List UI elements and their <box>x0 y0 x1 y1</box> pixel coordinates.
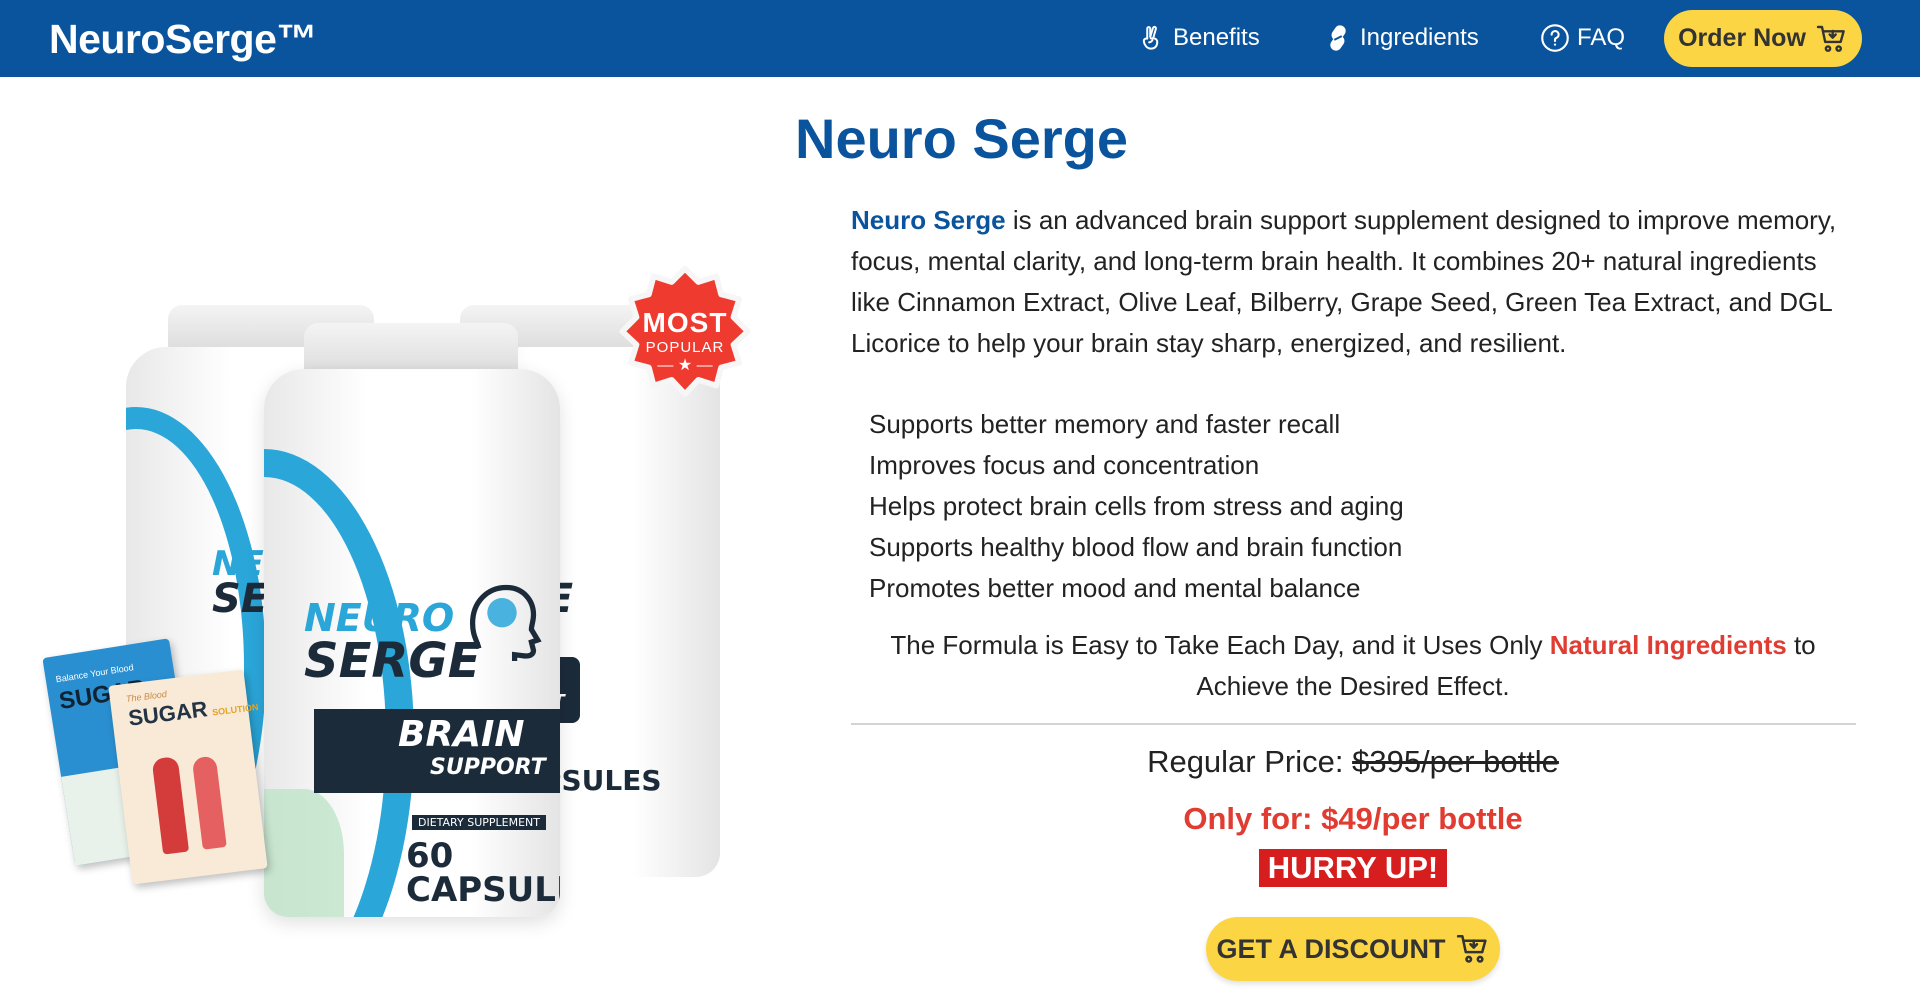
page-title: Neuro Serge <box>795 107 1128 170</box>
formula-text-before: The Formula is Easy to Take Each Day, an… <box>890 630 1550 660</box>
nav-link-benefits-label: Benefits <box>1173 24 1260 51</box>
nav-link-faq[interactable]: FAQ <box>1540 20 1625 56</box>
get-discount-button[interactable]: GET A DISCOUNT <box>1206 917 1500 981</box>
nav-link-benefits[interactable]: Benefits <box>1136 20 1260 56</box>
nav-link-ingredients[interactable]: Ingredients <box>1323 20 1479 56</box>
intro-highlight: Neuro Serge <box>851 205 1006 235</box>
list-item: Supports healthy blood flow and brain fu… <box>851 527 1404 568</box>
badge-text-most: MOST <box>642 307 728 338</box>
bottle-sub-band: BRAIN SUPPORT <box>314 709 560 793</box>
order-now-button[interactable]: Order Now <box>1664 10 1862 67</box>
cart-icon <box>1456 934 1487 963</box>
benefit-text: Supports better memory and faster recall <box>869 409 1341 439</box>
cart-icon <box>1816 25 1845 52</box>
get-discount-label: GET A DISCOUNT <box>1216 933 1446 964</box>
regular-price-value: $395/per bottle <box>1352 744 1559 779</box>
check-icon <box>851 486 865 527</box>
benefit-text: Helps protect brain cells from stress an… <box>869 491 1404 521</box>
bottle-tag: DIETARY SUPPLEMENT <box>412 815 546 830</box>
bottle-brand-top: NEURO <box>304 596 455 640</box>
hurry-badge: HURRY UP! <box>1258 849 1448 887</box>
bottle-front: NEURO SERGE BRAIN SUPPORT DIETARY SUPPLE… <box>264 369 560 917</box>
sale-price: Only for: $49/per bottle <box>1183 801 1523 836</box>
regular-price: Regular Price: $395/per bottle <box>851 740 1855 784</box>
benefits-list: Supports better memory and faster recall… <box>851 404 1404 609</box>
intro-paragraph: Neuro Serge is an advanced brain support… <box>851 200 1861 364</box>
bottle-capsules: 60 CAPSULES <box>406 836 560 910</box>
formula-statement: The Formula is Easy to Take Each Day, an… <box>851 625 1855 707</box>
regular-price-label: Regular Price: <box>1147 744 1353 779</box>
capsule-icon <box>1330 25 1346 51</box>
bottle-sub-top: BRAIN <box>398 714 525 755</box>
list-item: Helps protect brain cells from stress an… <box>851 486 1404 527</box>
badge-star-icon: — ★ — <box>657 357 713 374</box>
order-now-label: Order Now <box>1678 24 1806 52</box>
brain-head-icon <box>469 584 542 661</box>
check-icon <box>851 445 865 486</box>
benefit-text: Improves focus and concentration <box>869 450 1260 480</box>
nav-link-faq-label: FAQ <box>1577 24 1626 51</box>
ebook-figure-woman <box>191 755 227 850</box>
benefit-text: Supports healthy blood flow and brain fu… <box>869 532 1403 562</box>
label-swoosh-green <box>264 789 344 917</box>
question-circle-icon <box>1541 24 1569 52</box>
bottle-cap <box>304 323 518 375</box>
check-icon <box>851 527 865 568</box>
check-icon <box>851 568 865 609</box>
top-navbar: NeuroSerge™ Benefits Ingredients FAQ Ord… <box>0 0 1920 77</box>
nav-link-ingredients-label: Ingredients <box>1360 24 1479 51</box>
peace-hand-icon <box>1142 25 1159 50</box>
list-item: Promotes better mood and mental balance <box>851 568 1404 609</box>
formula-highlight: Natural Ingredients <box>1549 630 1787 660</box>
price-divider <box>851 723 1856 725</box>
list-item: Improves focus and concentration <box>851 445 1404 486</box>
brand-logo[interactable]: NeuroSerge™ <box>49 14 317 64</box>
ebook-front-title-accent: SOLUTION <box>211 701 259 718</box>
most-popular-badge: MOST POPULAR — ★ — <box>606 263 764 415</box>
badge-text-popular: POPULAR <box>645 339 725 356</box>
ebook-figure-man <box>151 756 190 855</box>
hurry-banner: HURRY UP! <box>851 849 1855 887</box>
bottle-brand-bottom: SERGE <box>304 633 481 689</box>
check-icon <box>851 404 865 445</box>
ebook-cover-front: The Blood SUGAR SOLUTION <box>108 669 268 885</box>
benefit-text: Promotes better mood and mental balance <box>869 573 1361 603</box>
bottle-sub-bottom: SUPPORT <box>430 755 546 780</box>
list-item: Supports better memory and faster recall <box>851 404 1404 445</box>
